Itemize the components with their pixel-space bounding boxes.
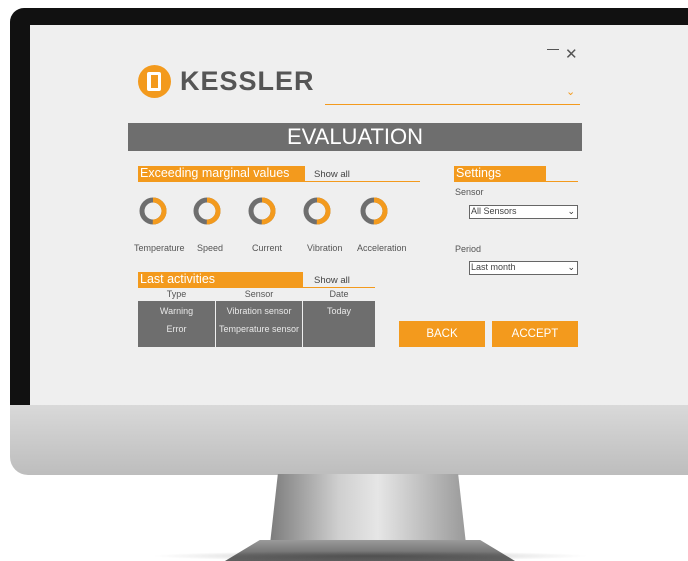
table-cell[interactable]: Today [303,302,375,320]
period-label: Period [455,244,482,254]
chevron-down-icon[interactable]: ⌄ [566,86,575,98]
table-cell[interactable]: Error [138,320,215,338]
table-cell[interactable]: Vibration sensor [216,302,302,320]
gauge-temperature[interactable] [139,197,167,225]
column-header-type: Type [166,289,187,299]
exceeding-underline [138,181,420,182]
gauge-label: Temperature [134,243,185,253]
gauge-acceleration[interactable] [360,197,388,225]
close-icon[interactable]: ✕ [565,47,578,62]
sensor-select-value: All Sensors [471,206,517,216]
exceeding-show-all-link[interactable]: Show all [314,169,350,181]
gauge-label: Vibration [307,243,343,253]
gauge-vibration[interactable] [303,197,331,225]
table-cell[interactable]: Temperature sensor [216,320,302,338]
settings-heading: Settings [454,166,546,181]
activities-show-all-link[interactable]: Show all [314,275,350,287]
gauge-speed[interactable] [193,197,221,225]
settings-underline [454,181,578,182]
table-column-type: Warning Error [138,301,215,347]
chevron-down-icon: ⌄ [567,206,575,216]
activities-heading: Last activities [138,272,303,287]
chevron-down-icon: ⌄ [567,262,575,272]
stand-shadow [150,551,590,561]
gauge-current[interactable] [248,197,276,225]
gauge-label: Speed [197,243,224,253]
activities-underline [138,287,375,288]
column-header-sensor: Sensor [244,289,274,299]
table-cell[interactable]: Warning [138,302,215,320]
sensor-select[interactable]: All Sensors ⌄ [469,205,578,219]
gauge-label: Current [252,243,283,253]
kessler-logo-icon [138,65,171,98]
back-button[interactable]: BACK [399,321,485,347]
sensor-label: Sensor [455,187,484,197]
table-column-date: Today [303,301,375,347]
app-window: ✕ KESSLER ⌄ EVALUATION Exceeding margina… [30,25,688,405]
gauge-label: Acceleration [357,243,407,253]
monitor-chin [10,405,688,475]
period-select[interactable]: Last month ⌄ [469,261,578,275]
brand-name: KESSLER [180,66,315,96]
page-title: EVALUATION [128,123,582,151]
accept-button[interactable]: ACCEPT [492,321,578,347]
header-dropdown-line[interactable] [325,104,580,105]
period-select-value: Last month [471,262,516,272]
table-column-sensor: Vibration sensor Temperature sensor [216,301,302,347]
minimize-icon[interactable] [547,49,559,50]
exceeding-heading: Exceeding marginal values [138,166,305,181]
monitor-stand-neck [270,474,466,544]
column-header-date: Date [329,289,349,299]
